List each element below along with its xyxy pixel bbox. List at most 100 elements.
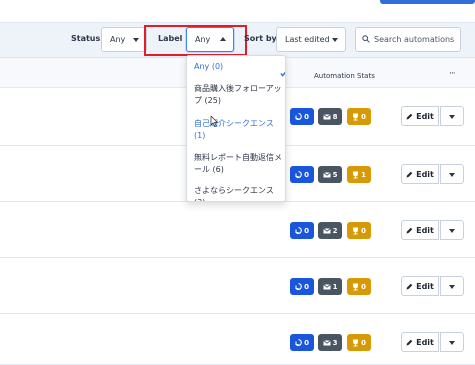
- emails-count: 5: [332, 170, 338, 179]
- chevron-down-icon: [449, 229, 455, 233]
- envelope-icon: [322, 283, 331, 289]
- pencil-icon: [406, 283, 413, 289]
- emails-count: 8: [332, 112, 338, 121]
- edit-label: Edit: [416, 111, 434, 121]
- option-label: 自己紹介シークエンス (1): [194, 119, 274, 140]
- status-filter-select[interactable]: Any: [101, 27, 147, 52]
- option-label: 無料レポート自動返信メール (6): [194, 153, 282, 174]
- contacts-count-badge[interactable]: 0: [290, 166, 314, 183]
- emails-count: 1: [332, 282, 338, 291]
- contacts-count-badge[interactable]: 0: [290, 278, 314, 295]
- envelope-icon: [322, 339, 331, 345]
- label-filter-value: Any: [195, 35, 211, 44]
- trophy-icon: [353, 227, 359, 234]
- chevron-down-icon: [449, 173, 455, 177]
- emails-count: 3: [332, 338, 338, 347]
- dropdown-option-any[interactable]: Any (0): [194, 61, 285, 77]
- dropdown-option[interactable]: 無料レポート自動返信メール (6): [194, 152, 282, 176]
- chevron-down-icon: [449, 115, 455, 119]
- edit-button[interactable]: Edit: [401, 106, 439, 126]
- contacts-icon: [295, 170, 302, 178]
- emails-count-badge[interactable]: 3: [318, 334, 342, 351]
- search-icon: [362, 35, 370, 43]
- status-filter-value: Any: [110, 35, 126, 44]
- goals-count-badge[interactable]: 0: [347, 108, 371, 125]
- edit-options-button[interactable]: [440, 276, 464, 296]
- chevron-down-icon: [133, 38, 139, 42]
- trophy-icon: [353, 113, 359, 120]
- goals-count: 1: [361, 170, 366, 179]
- emails-count-badge[interactable]: 8: [318, 108, 342, 125]
- goals-count-badge[interactable]: 0: [347, 278, 371, 295]
- pencil-icon: [406, 339, 413, 345]
- envelope-icon: [322, 171, 331, 177]
- trophy-icon: [353, 171, 359, 178]
- label-dropdown-menu: Any (0) 商品購入後フォローアップ (25) 自己紹介シークエンス (1)…: [186, 55, 286, 202]
- contacts-count-badge[interactable]: 0: [290, 334, 314, 351]
- trophy-icon: [353, 283, 359, 290]
- trophy-icon: [353, 339, 359, 346]
- goals-count: 0: [361, 112, 366, 121]
- contacts-count: 0: [304, 282, 309, 291]
- option-label: さよならシークエンス (3): [194, 186, 274, 201]
- option-label: 商品購入後フォローアップ (25): [194, 84, 282, 105]
- contacts-count-badge[interactable]: 0: [290, 222, 314, 239]
- contacts-icon: [295, 282, 302, 290]
- pencil-icon: [406, 171, 413, 177]
- table-row: 0 2 0 Edit: [0, 202, 475, 258]
- edit-button[interactable]: Edit: [401, 220, 439, 240]
- edit-label: Edit: [416, 169, 434, 179]
- search-placeholder: Search automations: [374, 35, 455, 44]
- contacts-icon: [295, 112, 302, 120]
- envelope-icon: [322, 227, 331, 233]
- contacts-count: 0: [304, 338, 309, 347]
- sort-select[interactable]: Last edited: [276, 27, 346, 52]
- label-filter-select[interactable]: Any: [186, 27, 234, 52]
- dropdown-option-hovered[interactable]: 自己紹介シークエンス (1): [194, 118, 282, 142]
- edit-options-button[interactable]: [440, 106, 464, 126]
- contacts-count: 0: [304, 170, 309, 179]
- search-input[interactable]: Search automations: [355, 27, 461, 52]
- contacts-icon: [295, 226, 302, 234]
- goals-count-badge[interactable]: 1: [347, 166, 371, 183]
- dropdown-option[interactable]: 商品購入後フォローアップ (25): [194, 83, 282, 107]
- table-row: 0 1 0 Edit: [0, 258, 475, 314]
- sort-label: Sort by: [244, 34, 277, 43]
- sort-value: Last edited: [285, 35, 330, 44]
- goals-count-badge[interactable]: 0: [347, 334, 371, 351]
- emails-count-badge[interactable]: 1: [318, 278, 342, 295]
- contacts-count: 0: [304, 226, 309, 235]
- pencil-icon: [406, 113, 413, 119]
- table-row: 0 3 0 Edit: [0, 314, 475, 365]
- edit-button[interactable]: Edit: [401, 332, 439, 352]
- goals-count-badge[interactable]: 0: [347, 222, 371, 239]
- top-primary-button-edge[interactable]: [380, 0, 475, 4]
- automation-stats-header: Automation Stats: [314, 72, 375, 80]
- chevron-down-icon: [449, 341, 455, 345]
- dropdown-option[interactable]: さよならシークエンス (3): [194, 185, 282, 201]
- edit-label: Edit: [416, 337, 434, 347]
- edit-options-button[interactable]: [440, 164, 464, 184]
- chevron-up-icon: [220, 37, 226, 41]
- label-filter-label: Label: [158, 34, 183, 43]
- contacts-icon: [295, 338, 302, 346]
- contacts-count-badge[interactable]: 0: [290, 108, 314, 125]
- emails-count: 2: [332, 226, 338, 235]
- emails-count-badge[interactable]: 2: [318, 222, 342, 239]
- goals-count: 0: [361, 282, 366, 291]
- edit-button[interactable]: Edit: [401, 164, 439, 184]
- goals-count: 0: [361, 226, 366, 235]
- envelope-icon: [322, 113, 331, 119]
- chevron-down-icon: [449, 285, 455, 289]
- emails-count-badge[interactable]: 5: [318, 166, 342, 183]
- chevron-down-icon: [332, 38, 338, 42]
- edit-options-button[interactable]: [440, 332, 464, 352]
- edit-button[interactable]: Edit: [401, 276, 439, 296]
- pencil-icon: [406, 227, 413, 233]
- edit-options-button[interactable]: [440, 220, 464, 240]
- contacts-count: 0: [304, 112, 309, 121]
- edit-label: Edit: [416, 281, 434, 291]
- more-options-icon[interactable]: ···: [449, 69, 456, 79]
- checkmark-icon: [280, 71, 285, 77]
- option-label: Any (0): [194, 62, 224, 71]
